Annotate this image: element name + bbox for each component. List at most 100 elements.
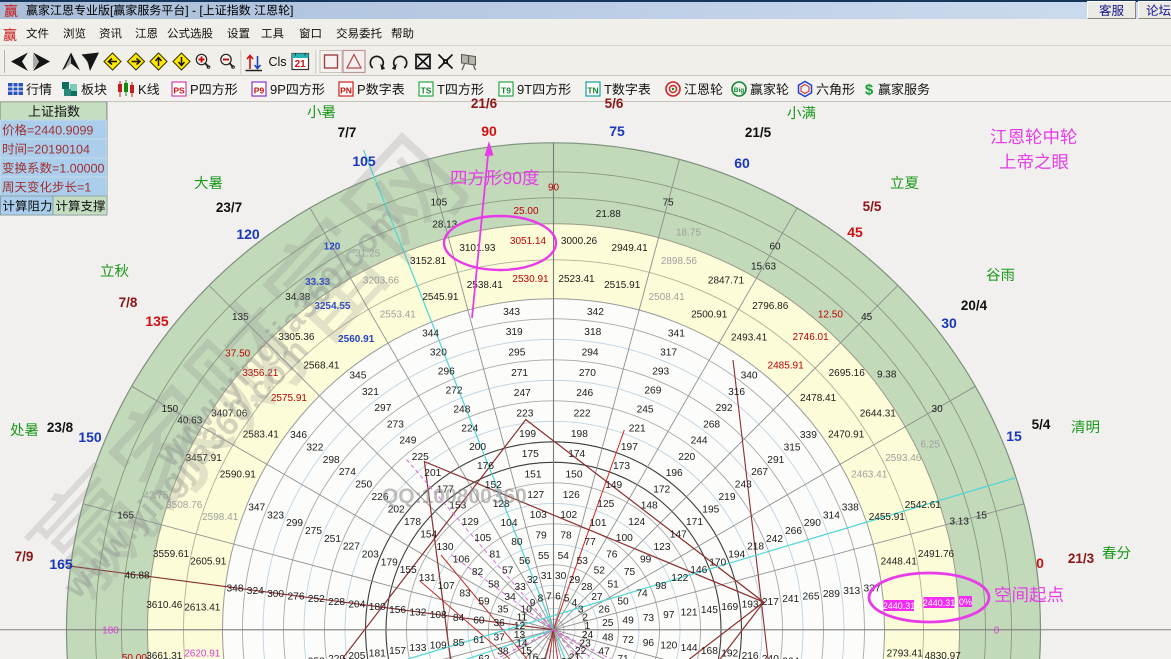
svg-text:124: 124 — [628, 517, 645, 528]
svg-text:28: 28 — [581, 582, 593, 593]
svg-text:21/3: 21/3 — [1068, 551, 1095, 566]
svg-text:3559.61: 3559.61 — [153, 549, 190, 560]
svg-text:TS: TS — [421, 86, 432, 96]
svg-text:96: 96 — [643, 638, 655, 649]
svg-text:320: 320 — [430, 348, 447, 359]
svg-text:172: 172 — [653, 484, 670, 495]
svg-text:36: 36 — [494, 618, 506, 629]
svg-text:229: 229 — [328, 654, 345, 659]
svg-text:3000.26: 3000.26 — [561, 236, 598, 247]
svg-text:155: 155 — [400, 565, 417, 576]
svg-text:30: 30 — [941, 315, 957, 331]
svg-text:252: 252 — [308, 594, 325, 605]
svg-text:218: 218 — [747, 542, 764, 553]
svg-text:131: 131 — [419, 573, 436, 584]
svg-text:144: 144 — [681, 643, 698, 654]
svg-text:75: 75 — [609, 123, 625, 139]
svg-text:105: 105 — [474, 533, 491, 544]
svg-text:165: 165 — [49, 556, 73, 572]
svg-text:75: 75 — [663, 197, 675, 208]
svg-text:2575.91: 2575.91 — [271, 393, 308, 404]
svg-text:224: 224 — [461, 423, 478, 434]
svg-text:316: 316 — [728, 387, 745, 398]
svg-text:2500.91: 2500.91 — [691, 310, 728, 321]
svg-text:84: 84 — [453, 613, 465, 624]
svg-text:176: 176 — [477, 461, 494, 472]
svg-text:2440.31: 2440.31 — [883, 601, 916, 611]
svg-text:272: 272 — [446, 385, 463, 396]
svg-text:8: 8 — [538, 594, 544, 605]
svg-text:7: 7 — [546, 591, 552, 602]
svg-text:248: 248 — [453, 404, 470, 415]
svg-text:265: 265 — [803, 592, 820, 603]
svg-text:270: 270 — [579, 368, 596, 379]
svg-text:168: 168 — [701, 646, 718, 657]
svg-text:348: 348 — [227, 583, 244, 594]
svg-text:195: 195 — [702, 505, 719, 516]
svg-text:85: 85 — [453, 638, 465, 649]
svg-text:37: 37 — [494, 633, 506, 644]
svg-text:2448.41: 2448.41 — [881, 557, 918, 568]
svg-text:132: 132 — [409, 608, 426, 619]
svg-text:5/6: 5/6 — [605, 96, 624, 111]
svg-text:347: 347 — [248, 502, 265, 513]
svg-text:109: 109 — [430, 641, 447, 652]
svg-text:180: 180 — [102, 625, 119, 636]
svg-text:3610.46: 3610.46 — [146, 600, 183, 611]
svg-text:108: 108 — [430, 610, 447, 621]
svg-text:56: 56 — [519, 556, 531, 567]
svg-text:4830.97: 4830.97 — [925, 651, 962, 659]
svg-text:2605.91: 2605.91 — [190, 557, 227, 568]
svg-text:271: 271 — [511, 368, 528, 379]
svg-text:0: 0 — [1036, 555, 1044, 571]
svg-text:242: 242 — [766, 534, 783, 545]
svg-text:169: 169 — [721, 602, 738, 613]
svg-text:227: 227 — [343, 542, 360, 553]
svg-text:105: 105 — [430, 197, 447, 208]
svg-text:204: 204 — [348, 600, 365, 611]
svg-text:83: 83 — [459, 589, 471, 600]
svg-text:342: 342 — [587, 307, 604, 318]
svg-text:18.75: 18.75 — [676, 228, 701, 239]
svg-text:P9: P9 — [254, 86, 265, 96]
svg-text:45: 45 — [847, 224, 863, 240]
svg-text:319: 319 — [506, 327, 523, 338]
svg-text:23/7: 23/7 — [216, 200, 242, 215]
svg-text:3051.14: 3051.14 — [510, 236, 547, 247]
svg-text:178: 178 — [404, 517, 421, 528]
svg-text:313: 313 — [843, 586, 860, 597]
svg-text:PN: PN — [340, 86, 352, 96]
svg-text:51: 51 — [608, 580, 620, 591]
svg-text:6: 6 — [555, 591, 561, 602]
svg-text:97: 97 — [663, 610, 675, 621]
svg-text:82: 82 — [472, 567, 484, 578]
svg-text:130: 130 — [437, 542, 454, 553]
svg-text:7/9: 7/9 — [15, 549, 34, 564]
svg-text:27: 27 — [591, 592, 603, 603]
svg-text:53: 53 — [577, 556, 589, 567]
svg-text:147: 147 — [670, 530, 687, 541]
svg-text:2847.71: 2847.71 — [708, 276, 745, 287]
svg-text:23/8: 23/8 — [47, 420, 74, 435]
svg-text:135: 135 — [145, 313, 169, 329]
svg-text:338: 338 — [842, 502, 859, 513]
svg-text:52: 52 — [594, 566, 606, 577]
svg-text:29: 29 — [569, 575, 581, 586]
svg-text:98: 98 — [655, 581, 667, 592]
svg-text:250: 250 — [355, 480, 372, 491]
svg-text:102: 102 — [560, 510, 577, 521]
svg-text:54: 54 — [558, 551, 570, 562]
svg-text:249: 249 — [399, 436, 416, 447]
svg-text:2613.41: 2613.41 — [184, 602, 221, 613]
svg-text:46.88: 46.88 — [125, 571, 150, 582]
svg-text:174: 174 — [568, 449, 585, 460]
svg-text:219: 219 — [719, 492, 736, 503]
svg-text:60: 60 — [734, 155, 750, 171]
svg-text:216: 216 — [742, 651, 759, 659]
svg-text:322: 322 — [306, 442, 323, 453]
svg-text:105: 105 — [352, 153, 376, 169]
svg-text:5: 5 — [564, 594, 570, 605]
svg-text:104: 104 — [501, 518, 518, 529]
svg-text:125: 125 — [597, 499, 614, 510]
svg-text:60: 60 — [769, 242, 781, 253]
